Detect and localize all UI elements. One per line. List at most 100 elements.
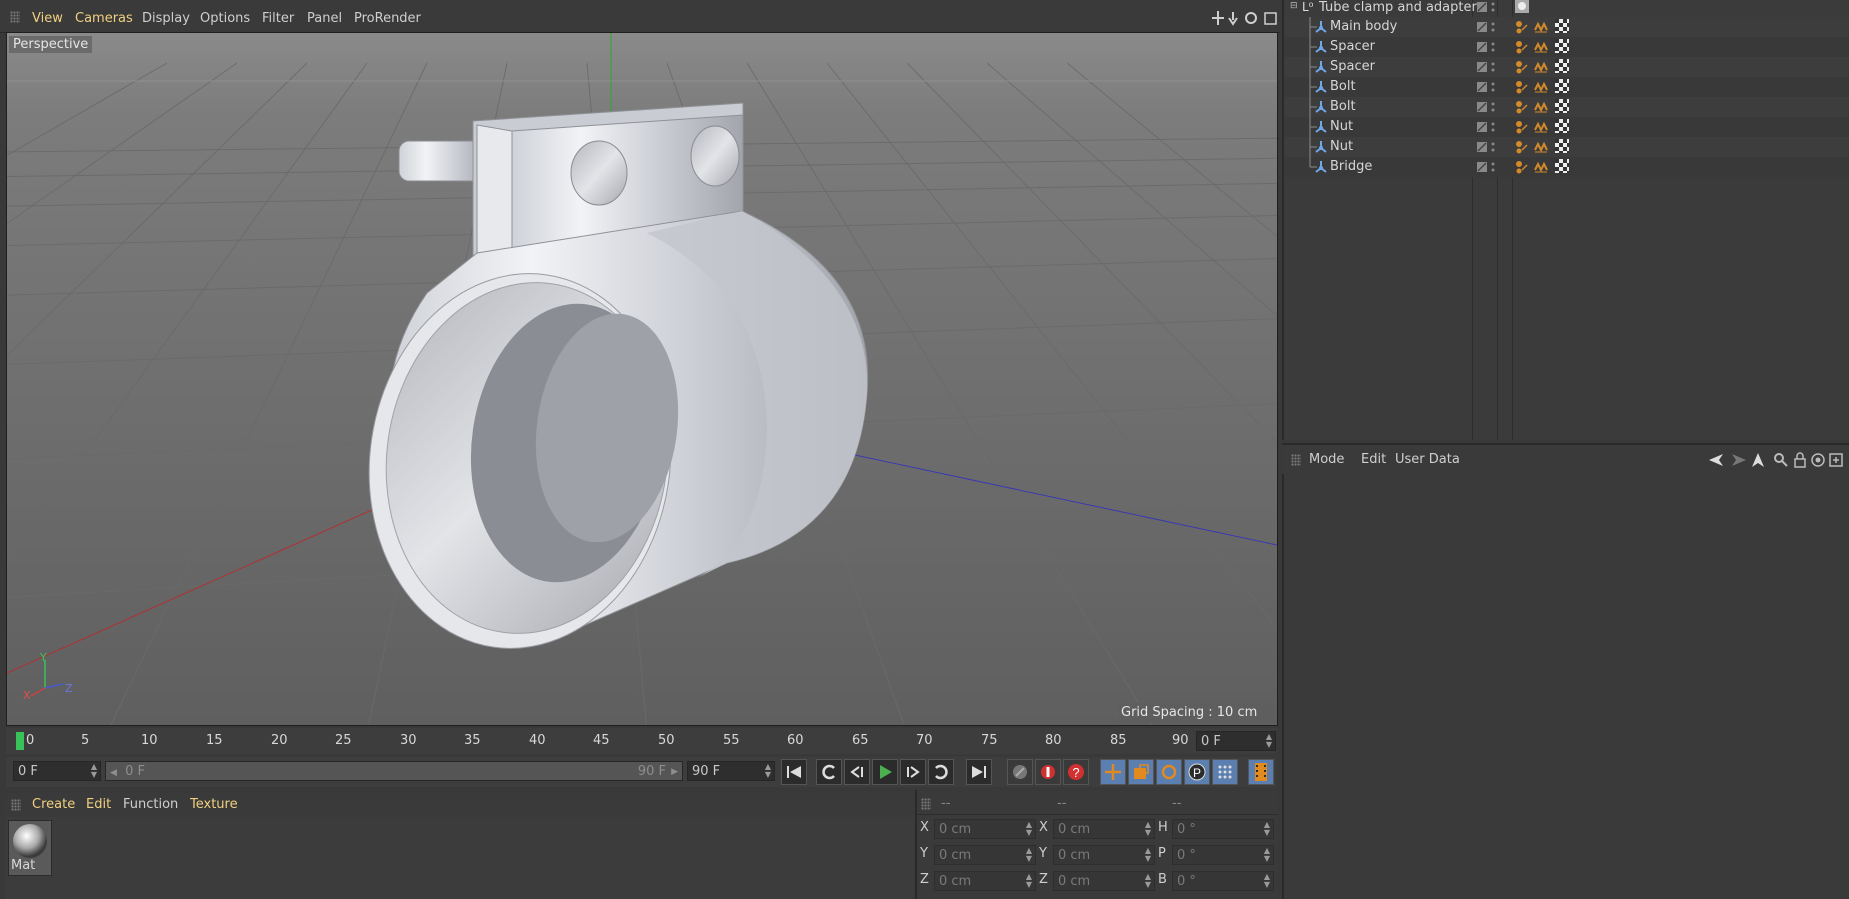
camera-label[interactable]: Perspective (9, 36, 93, 53)
uvw-tag-icon[interactable] (1534, 140, 1548, 154)
size-z-field[interactable]: 0 cm ▲ ▼ (1053, 871, 1155, 891)
end-frame-field[interactable]: 90 F ▲ ▼ (687, 761, 775, 781)
material-tag-icon[interactable] (1555, 139, 1569, 153)
lock-icon[interactable] (1792, 452, 1808, 468)
spin-arrows-icon[interactable]: ▲ ▼ (1264, 847, 1270, 863)
rotation-b-field[interactable]: 0 ° ▲ ▼ (1172, 871, 1274, 891)
frame-range-slider[interactable]: ◀ 0 F 90 F ▶ (105, 761, 683, 781)
spin-arrows-icon[interactable]: ▲ ▼ (1026, 873, 1032, 889)
material-tag-icon[interactable] (1555, 39, 1569, 53)
position-x-field[interactable]: 0 cm ▲ ▼ (934, 819, 1036, 839)
object-name[interactable]: Spacer (1330, 39, 1375, 54)
phong-tag-icon[interactable] (1515, 40, 1529, 54)
size-x-field[interactable]: 0 cm ▲ ▼ (1053, 819, 1155, 839)
view-navigation-icons[interactable] (1211, 10, 1277, 26)
object-name[interactable]: Bolt (1330, 99, 1356, 114)
position-y-field[interactable]: 0 cm ▲ ▼ (934, 845, 1036, 865)
back-arrow-icon[interactable] (1707, 452, 1727, 468)
object-manager[interactable]: ⊟ L⁰ Tube clamp and adapter Main body Spa… (1282, 0, 1849, 440)
collapse-toggle-icon[interactable]: ⊟ (1290, 1, 1298, 11)
position-z-field[interactable]: 0 cm ▲ ▼ (934, 871, 1036, 891)
menu-panel[interactable]: Panel (307, 11, 342, 26)
phong-tag-icon[interactable] (1515, 120, 1529, 134)
object-row[interactable]: Bolt (1284, 77, 1849, 97)
search-icon[interactable] (1773, 452, 1789, 468)
key-pla-button[interactable] (1212, 759, 1238, 785)
menu-edit[interactable]: Edit (86, 797, 111, 812)
visibility-toggle-icon[interactable] (1477, 41, 1505, 55)
visibility-toggle-icon[interactable] (1477, 61, 1505, 75)
spin-arrows-icon[interactable]: ▲ ▼ (765, 763, 771, 779)
uvw-tag-icon[interactable] (1534, 20, 1548, 34)
menu-cameras[interactable]: Cameras (75, 11, 133, 26)
uvw-tag-icon[interactable] (1534, 120, 1548, 134)
panel-grip[interactable] (921, 798, 931, 810)
visibility-toggle-icon[interactable] (1477, 121, 1505, 135)
phong-tag-icon[interactable] (1515, 60, 1529, 74)
spin-arrows-icon[interactable]: ▲ ▼ (91, 763, 97, 779)
uvw-tag-icon[interactable] (1534, 60, 1548, 74)
spin-arrows-icon[interactable]: ▲ ▼ (1264, 821, 1270, 837)
spin-arrows-icon[interactable]: ▲ ▼ (1145, 821, 1151, 837)
visibility-toggle-icon[interactable] (1477, 0, 1505, 14)
go-to-end-button[interactable] (966, 759, 992, 785)
object-row-root[interactable]: ⊟ L⁰ Tube clamp and adapter (1284, 0, 1849, 16)
material-tag-icon[interactable] (1555, 79, 1569, 93)
material-tag-icon[interactable] (1555, 119, 1569, 133)
timeline-window-button[interactable] (1248, 759, 1274, 785)
material-area[interactable]: Mat (6, 817, 914, 899)
phong-tag-icon[interactable] (1515, 80, 1529, 94)
tag-display-icon[interactable] (1515, 0, 1531, 13)
panel-grip[interactable] (1291, 454, 1301, 466)
menu-filter[interactable]: Filter (262, 11, 294, 26)
previous-frame-button[interactable] (844, 759, 870, 785)
object-name[interactable]: Bolt (1330, 79, 1356, 94)
uvw-tag-icon[interactable] (1534, 40, 1548, 54)
material-tag-icon[interactable] (1555, 19, 1569, 33)
next-frame-button[interactable] (900, 759, 926, 785)
object-name[interactable]: Nut (1330, 139, 1353, 154)
uvw-tag-icon[interactable] (1534, 100, 1548, 114)
object-name[interactable]: Bridge (1330, 159, 1372, 174)
current-frame-marker[interactable] (16, 732, 24, 750)
arrow-right-icon[interactable]: ▶ (671, 762, 678, 782)
object-name[interactable]: Spacer (1330, 59, 1375, 74)
current-frame-field[interactable]: 0 F ▲ ▼ (1196, 731, 1276, 751)
uvw-tag-icon[interactable] (1534, 160, 1548, 174)
object-row[interactable]: Spacer (1284, 57, 1849, 77)
material-tag-icon[interactable] (1555, 159, 1569, 173)
key-scale-button[interactable] (1128, 759, 1154, 785)
menu-edit[interactable]: Edit (1361, 452, 1386, 467)
visibility-toggle-icon[interactable] (1477, 161, 1505, 175)
key-position-button[interactable] (1100, 759, 1126, 785)
spin-arrows-icon[interactable]: ▲ ▼ (1264, 873, 1270, 889)
menu-options[interactable]: Options (200, 11, 250, 26)
start-frame-field[interactable]: 0 F ▲ ▼ (13, 761, 101, 781)
phong-tag-icon[interactable] (1515, 160, 1529, 174)
target-icon[interactable] (1810, 452, 1826, 468)
spin-arrows-icon[interactable]: ▲ ▼ (1266, 733, 1272, 749)
key-parameter-button[interactable]: P (1184, 759, 1210, 785)
autokey-help-button[interactable]: ? (1063, 759, 1089, 785)
menu-function[interactable]: Function (123, 797, 178, 812)
menu-view[interactable]: View (32, 11, 63, 26)
visibility-toggle-icon[interactable] (1477, 101, 1505, 115)
visibility-toggle-icon[interactable] (1477, 141, 1505, 155)
object-name[interactable]: Main body (1330, 19, 1397, 34)
record-active-button[interactable] (1035, 759, 1061, 785)
size-y-field[interactable]: 0 cm ▲ ▼ (1053, 845, 1155, 865)
spin-arrows-icon[interactable]: ▲ ▼ (1026, 821, 1032, 837)
visibility-toggle-icon[interactable] (1477, 21, 1505, 35)
phong-tag-icon[interactable] (1515, 100, 1529, 114)
record-position-button[interactable] (1007, 759, 1033, 785)
new-panel-icon[interactable] (1828, 452, 1844, 468)
next-key-button[interactable] (928, 759, 954, 785)
panel-grip[interactable] (11, 799, 21, 811)
object-row[interactable]: Main body (1284, 17, 1849, 37)
rotation-p-field[interactable]: 0 ° ▲ ▼ (1172, 845, 1274, 865)
up-arrow-icon[interactable] (1750, 452, 1766, 468)
menu-texture[interactable]: Texture (190, 797, 238, 812)
go-to-start-button[interactable] (781, 759, 807, 785)
menu-display[interactable]: Display (142, 11, 190, 26)
object-name[interactable]: Tube clamp and adapter (1319, 0, 1477, 15)
